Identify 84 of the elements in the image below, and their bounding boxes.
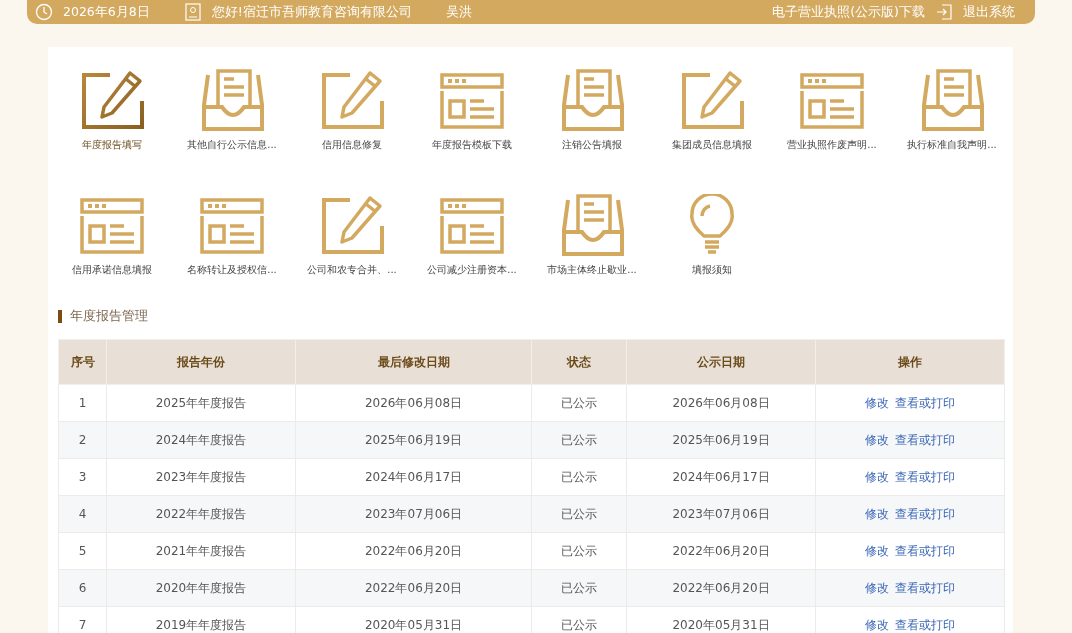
table-cell: 7	[58, 606, 107, 633]
view-print-link[interactable]: 查看或打印	[895, 432, 955, 447]
view-print-link[interactable]: 查看或打印	[895, 506, 955, 521]
table-cell: 2022年年度报告	[106, 495, 296, 533]
edit-pencil-icon	[680, 69, 744, 131]
edit-link[interactable]: 修改	[865, 432, 889, 447]
shortcut-tile[interactable]: 信用信息修复	[292, 57, 412, 182]
table-cell: 2025年06月19日	[626, 421, 816, 459]
shortcut-tile[interactable]: 集团成员信息填报	[652, 57, 772, 182]
shortcut-tile[interactable]: 注销公告填报	[532, 57, 652, 182]
table-cell: 2026年06月08日	[295, 384, 532, 422]
table-cell: 4	[58, 495, 107, 533]
view-print-link[interactable]: 查看或打印	[895, 469, 955, 484]
column-header: 状态	[531, 339, 627, 385]
shortcut-tile[interactable]: 执行标准自我声明...	[892, 57, 1012, 182]
edit-link[interactable]: 修改	[865, 543, 889, 558]
view-print-link[interactable]: 查看或打印	[895, 543, 955, 558]
table-cell: 2023年年度报告	[106, 458, 296, 496]
view-print-link[interactable]: 查看或打印	[895, 617, 955, 632]
shortcut-tile[interactable]: 其他自行公示信息...	[172, 57, 292, 182]
table-cell: 2019年年度报告	[106, 606, 296, 633]
table-cell: 2020年年度报告	[106, 569, 296, 607]
shortcut-tile[interactable]: 公司和农专合并、...	[292, 182, 412, 307]
edit-pencil-icon	[320, 194, 384, 256]
inbox-tray-icon	[560, 69, 624, 131]
table-cell: 2025年06月19日	[295, 421, 532, 459]
shortcut-tile[interactable]: 营业执照作废声明...	[772, 57, 892, 182]
shortcut-tile[interactable]: 信用承诺信息填报	[52, 182, 172, 307]
logout-icon[interactable]	[935, 3, 953, 21]
table-cell: 1	[58, 384, 107, 422]
shortcut-tile[interactable]: 填报须知	[652, 182, 772, 307]
table-cell: 3	[58, 458, 107, 496]
table-cell: 2024年06月17日	[295, 458, 532, 496]
company-greeting: 您好!宿迁市吾师教育咨询有限公司	[211, 3, 412, 21]
edit-pencil-icon	[80, 69, 144, 131]
table-cell: 2022年06月20日	[295, 569, 532, 607]
table-cell: 2020年05月31日	[295, 606, 532, 633]
shortcut-tile[interactable]: 年度报告填写	[52, 57, 172, 182]
edit-link[interactable]: 修改	[865, 506, 889, 521]
edit-link[interactable]: 修改	[865, 395, 889, 410]
table-cell: 已公示	[531, 606, 627, 633]
user-badge-icon	[183, 3, 202, 21]
table-cell: 2020年05月31日	[626, 606, 816, 633]
user-name: 吴洪	[445, 3, 472, 21]
edit-pencil-icon	[320, 69, 384, 131]
table-cell: 2024年06月17日	[626, 458, 816, 496]
date-text: 2026年6月8日	[63, 3, 150, 21]
section-title: 年度报告管理	[70, 307, 148, 325]
edit-link[interactable]: 修改	[865, 617, 889, 632]
table-cell: 已公示	[531, 458, 627, 496]
table-cell: 已公示	[531, 421, 627, 459]
column-header: 公示日期	[626, 339, 816, 385]
shortcut-tile[interactable]: 市场主体终止歇业...	[532, 182, 652, 307]
table-cell: 已公示	[531, 495, 627, 533]
shortcut-tile[interactable]: 名称转让及授权信...	[172, 182, 292, 307]
column-header: 最后修改日期	[295, 339, 532, 385]
table-cell: 2022年06月20日	[295, 532, 532, 570]
column-header: 序号	[58, 339, 107, 385]
table-cell: 已公示	[531, 384, 627, 422]
table-cell: 6	[58, 569, 107, 607]
table-cell: 2022年06月20日	[626, 569, 816, 607]
table-cell: 2024年年度报告	[106, 421, 296, 459]
shortcut-tile[interactable]: 公司减少注册资本...	[412, 182, 532, 307]
table-cell: 5	[58, 532, 107, 570]
inbox-tray-icon	[920, 69, 984, 131]
shortcut-tile[interactable]: 年度报告模板下载	[412, 57, 532, 182]
table-cell: 2021年年度报告	[106, 532, 296, 570]
view-print-link[interactable]: 查看或打印	[895, 395, 955, 410]
table-cell: 已公示	[531, 569, 627, 607]
table-cell: 2022年06月20日	[626, 532, 816, 570]
table-cell: 2025年年度报告	[106, 384, 296, 422]
table-cell: 2023年07月06日	[295, 495, 532, 533]
inbox-tray-icon	[560, 194, 624, 256]
table-cell: 已公示	[531, 532, 627, 570]
table-cell: 2026年06月08日	[626, 384, 816, 422]
clock-icon	[35, 3, 53, 21]
edit-link[interactable]: 修改	[865, 469, 889, 484]
edit-link[interactable]: 修改	[865, 580, 889, 595]
column-header: 报告年份	[106, 339, 296, 385]
table-cell: 2	[58, 421, 107, 459]
column-header: 操作	[815, 339, 1005, 385]
table-cell: 2023年07月06日	[626, 495, 816, 533]
inbox-tray-icon	[200, 69, 264, 131]
view-print-link[interactable]: 查看或打印	[895, 580, 955, 595]
